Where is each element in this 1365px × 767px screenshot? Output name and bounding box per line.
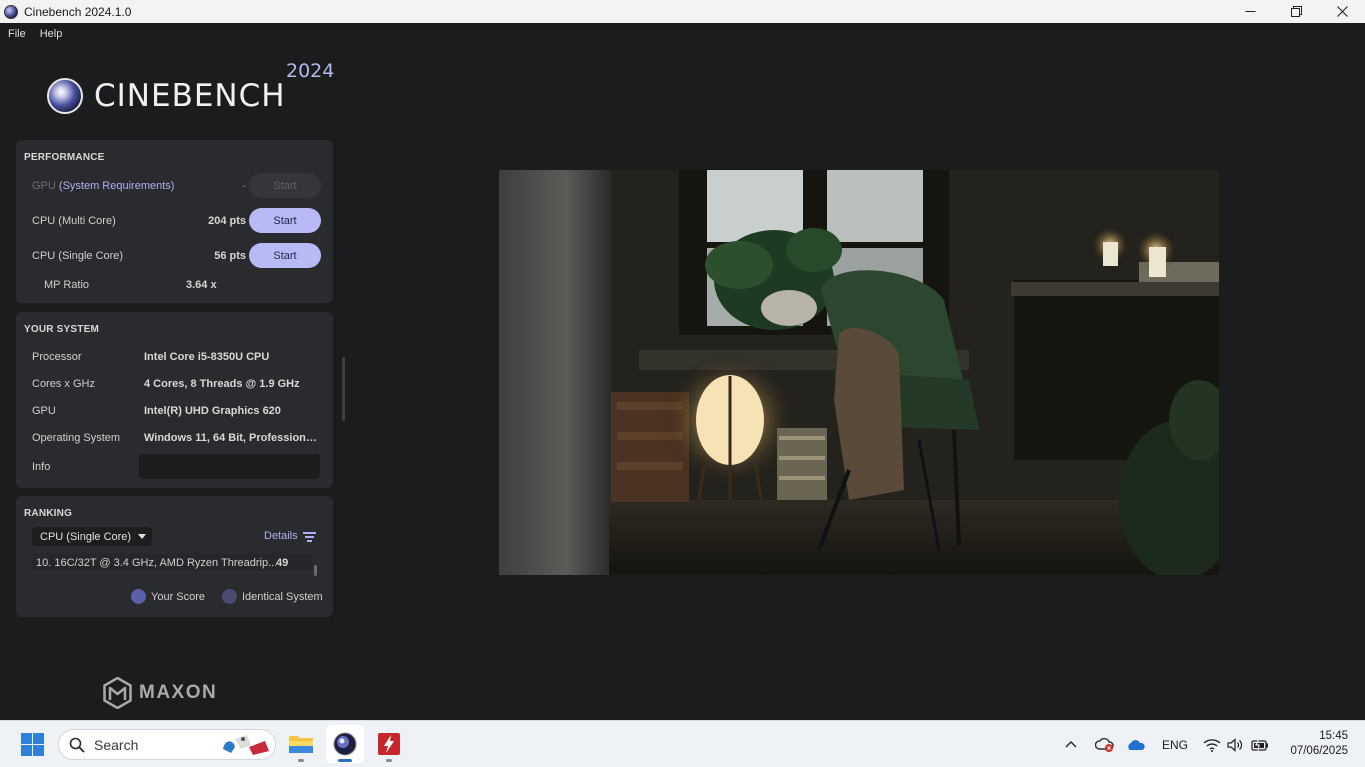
- gpu-label: GPU: [32, 180, 56, 192]
- ranking-scrollbar[interactable]: [314, 565, 317, 576]
- active-indicator: [338, 759, 352, 762]
- taskbar-clock[interactable]: 15:45 07/06/2025: [1290, 729, 1348, 759]
- gpu-score: -: [242, 180, 246, 192]
- your-system-panel: YOUR SYSTEM Processor Intel Core i5-8350…: [16, 312, 333, 488]
- cinebench-app-icon: [4, 4, 18, 19]
- wifi-icon: [1203, 738, 1221, 752]
- file-explorer-taskbar-button[interactable]: [282, 725, 320, 763]
- restore-button[interactable]: [1273, 0, 1319, 23]
- title-bar: Cinebench 2024.1.0: [0, 0, 1365, 23]
- search-highlight-icon: [223, 735, 269, 755]
- clock-time: 15:45: [1319, 730, 1348, 742]
- legend-identical-label: Identical System: [242, 590, 323, 603]
- processor-row: Processor Intel Core i5-8350U CPU: [32, 348, 332, 366]
- gpu-info-row: GPU Intel(R) UHD Graphics 620: [32, 402, 332, 420]
- running-indicator: [298, 759, 304, 762]
- volume-tray[interactable]: [1227, 721, 1243, 767]
- onedrive-tray[interactable]: [1126, 721, 1146, 767]
- mp-ratio-label: MP Ratio: [44, 279, 90, 291]
- info-key: Info: [32, 461, 51, 473]
- logo-wordmark: CINEBENCH: [94, 78, 286, 114]
- os-value: Windows 11, 64 Bit, Professional...: [144, 432, 322, 444]
- system-requirements-link[interactable]: (System Requirements): [59, 180, 175, 192]
- cpu-single-label: CPU (Single Core): [32, 250, 124, 262]
- ranking-entry-score: 49: [276, 556, 289, 569]
- cpu-single-score: 56 pts: [214, 250, 246, 262]
- os-row: Operating System Windows 11, 64 Bit, Pro…: [32, 429, 332, 447]
- network-tray[interactable]: [1203, 721, 1221, 767]
- maxon-wordmark: MAXON: [139, 682, 218, 703]
- cpu-multi-start-button[interactable]: Start: [249, 208, 321, 233]
- ranking-dropdown-value: CPU (Single Core): [40, 530, 132, 543]
- speaker-icon: [1227, 737, 1243, 752]
- gpu-info-value: Intel(R) UHD Graphics 620: [144, 405, 281, 417]
- os-key: Operating System: [32, 432, 121, 444]
- cpu-multi-label: CPU (Multi Core): [32, 215, 116, 227]
- search-placeholder: Search: [94, 736, 139, 753]
- window-controls: [1227, 0, 1365, 23]
- chevron-up-icon: [1065, 740, 1077, 747]
- ranking-title: RANKING: [24, 508, 73, 519]
- cinebench-logo: CINEBENCH 2024: [46, 60, 346, 120]
- gpu-start-button[interactable]: Start: [249, 173, 321, 198]
- details-button[interactable]: Details: [264, 530, 316, 542]
- legend-identical-system: Identical System: [222, 589, 323, 604]
- windows-start-icon[interactable]: [21, 733, 44, 756]
- running-indicator: [386, 759, 392, 762]
- cloud-sync-error-tray[interactable]: [1095, 721, 1115, 767]
- legend-your-score-label: Your Score: [151, 590, 206, 603]
- taskbar: Search ENG 15:45 07/06/2025: [0, 720, 1365, 767]
- power-app-taskbar-button[interactable]: [370, 725, 408, 763]
- left-panel-scrollbar[interactable]: [342, 357, 345, 421]
- details-label: Details: [264, 530, 298, 542]
- ranking-list-item[interactable]: 10. 16C/32T @ 3.4 GHz, AMD Ryzen Threadr…: [32, 554, 312, 571]
- ranking-panel: RANKING CPU (Single Core) Details 10. 16…: [16, 496, 333, 617]
- cpu-multi-score: 204 pts: [208, 215, 246, 227]
- legend-your-score: Your Score: [131, 589, 205, 604]
- mp-ratio-value: 3.64 x: [186, 279, 217, 291]
- identical-system-dot-icon: [222, 589, 237, 604]
- search-icon: [69, 737, 85, 753]
- clock-date: 07/06/2025: [1290, 745, 1348, 757]
- folder-icon: [289, 736, 313, 753]
- ranking-test-dropdown[interactable]: CPU (Single Core): [32, 527, 152, 546]
- minimize-button[interactable]: [1227, 0, 1273, 23]
- render-preview-image: [499, 170, 1219, 575]
- your-score-dot-icon: [131, 589, 146, 604]
- show-hidden-icons-button[interactable]: [1064, 721, 1078, 767]
- maxon-mark-icon: [103, 677, 132, 709]
- battery-tray[interactable]: [1251, 721, 1269, 767]
- menu-bar: File Help: [0, 23, 1365, 45]
- processor-value: Intel Core i5-8350U CPU: [144, 351, 270, 363]
- cinebench-sphere-icon: [47, 78, 83, 114]
- cpu-single-start-button[interactable]: Start: [249, 243, 321, 268]
- cinebench-icon: [333, 732, 357, 756]
- performance-panel: PERFORMANCE GPU (System Requirements) - …: [16, 140, 333, 303]
- cinebench-taskbar-button[interactable]: [326, 725, 364, 763]
- menu-file[interactable]: File: [8, 28, 26, 40]
- menu-help[interactable]: Help: [40, 28, 63, 40]
- filter-icon: [302, 531, 316, 542]
- mp-ratio-row: MP Ratio 3.64 x: [44, 272, 333, 298]
- chevron-down-icon: [138, 534, 146, 539]
- cores-value: 4 Cores, 8 Threads @ 1.9 GHz: [144, 378, 300, 390]
- logo-year: 2024: [286, 60, 335, 82]
- cores-row: Cores x GHz 4 Cores, 8 Threads @ 1.9 GHz: [32, 375, 332, 393]
- language-indicator[interactable]: ENG: [1162, 721, 1188, 767]
- info-input[interactable]: [139, 454, 320, 479]
- battery-charging-icon: [1251, 737, 1268, 751]
- processor-key: Processor: [32, 351, 82, 363]
- window-title: Cinebench 2024.1.0: [24, 4, 132, 19]
- performance-title: PERFORMANCE: [24, 152, 105, 163]
- onedrive-cloud-icon: [1128, 739, 1145, 750]
- taskbar-search-box[interactable]: Search: [58, 729, 276, 760]
- gpu-info-key: GPU: [32, 405, 56, 417]
- your-system-title: YOUR SYSTEM: [24, 324, 99, 335]
- ranking-entry-name: 10. 16C/32T @ 3.4 GHz, AMD Ryzen Threadr…: [36, 556, 276, 569]
- close-button[interactable]: [1319, 0, 1365, 23]
- maxon-logo: MAXON: [103, 677, 217, 709]
- lightning-app-icon: [378, 733, 400, 755]
- cores-key: Cores x GHz: [32, 378, 95, 390]
- cloud-error-icon: [1095, 737, 1114, 752]
